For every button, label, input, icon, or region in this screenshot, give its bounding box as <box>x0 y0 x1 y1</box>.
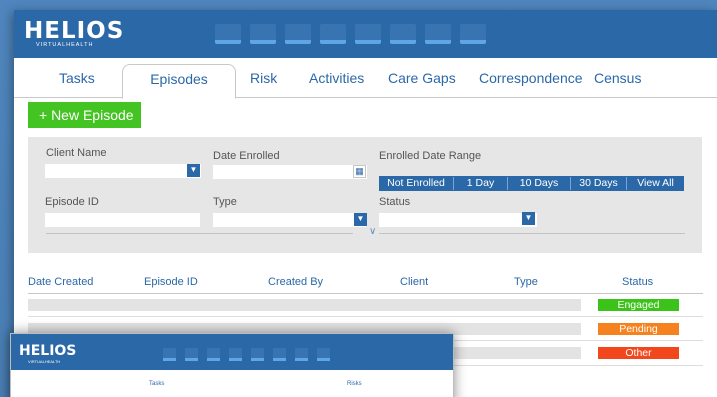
nav-placeholder-icon[interactable] <box>320 24 346 44</box>
status-badge: Other <box>598 347 679 359</box>
tab-bar: Tasks Episodes Risk Activities Care Gaps… <box>14 58 717 99</box>
range-10-days[interactable]: 10 Days <box>508 176 570 191</box>
status-label: Status <box>379 196 411 208</box>
expand-chevron-icon[interactable]: ∨ <box>369 226 376 237</box>
status-badge: Engaged <box>598 299 679 311</box>
header-divider <box>28 293 703 294</box>
filter-panel: Client Name ▼ Date Enrolled ▦ Enrolled D… <box>28 137 702 253</box>
mini-logo: HELIOS <box>19 343 77 359</box>
nav-placeholder-icon[interactable] <box>460 24 486 44</box>
date-enrolled-input[interactable] <box>213 165 367 179</box>
mini-tagline: VIRTUALHEALTH <box>28 359 61 364</box>
tab-correspondence[interactable]: Correspondence <box>479 70 583 86</box>
nav-placeholder-icon <box>229 348 242 361</box>
nav-placeholder-icon[interactable] <box>285 24 311 44</box>
range-view-all[interactable]: View All <box>627 176 684 191</box>
app-header: HELIOS VIRTUALHEALTH <box>14 10 717 58</box>
tab-census[interactable]: Census <box>594 70 641 86</box>
range-not-enrolled[interactable]: Not Enrolled <box>379 176 453 191</box>
episode-id-input[interactable] <box>45 213 200 227</box>
nav-placeholder-icon <box>185 348 198 361</box>
tab-tasks[interactable]: Tasks <box>59 70 95 86</box>
tab-risk[interactable]: Risk <box>250 70 277 86</box>
chevron-down-icon[interactable]: ▼ <box>187 164 200 177</box>
calendar-icon[interactable]: ▦ <box>353 165 366 178</box>
mini-header: HELIOS VIRTUALHEALTH <box>11 334 453 370</box>
column-status[interactable]: Status <box>622 276 653 288</box>
divider <box>46 233 353 234</box>
client-name-select[interactable] <box>45 164 201 178</box>
nav-placeholder-icon[interactable] <box>425 24 451 44</box>
range-1-day[interactable]: 1 Day <box>454 176 507 191</box>
tab-episodes[interactable]: Episodes <box>122 64 236 99</box>
logo-wordmark: HELIOS <box>24 18 125 44</box>
nav-placeholder-icon <box>163 348 176 361</box>
status-badge: Pending <box>598 323 679 335</box>
mini-preview-window[interactable]: HELIOS VIRTUALHEALTH Tasks Risks <box>10 333 454 397</box>
nav-placeholder-icon[interactable] <box>390 24 416 44</box>
chevron-down-icon[interactable]: ▼ <box>354 213 367 226</box>
mini-tab-tasks: Tasks <box>149 381 165 387</box>
tab-care-gaps[interactable]: Care Gaps <box>388 70 456 86</box>
range-30-days[interactable]: 30 Days <box>571 176 626 191</box>
nav-placeholder-icon <box>251 348 264 361</box>
nav-placeholder-icon[interactable] <box>250 24 276 44</box>
type-label: Type <box>213 196 237 208</box>
nav-placeholder-icon <box>317 348 330 361</box>
nav-placeholder-icon <box>207 348 220 361</box>
column-created-by[interactable]: Created By <box>268 276 323 288</box>
date-enrolled-label: Date Enrolled <box>213 150 280 162</box>
nav-placeholder-icon[interactable] <box>355 24 381 44</box>
nav-placeholder-icon <box>295 348 308 361</box>
column-episode-id[interactable]: Episode ID <box>144 276 198 288</box>
chevron-down-icon[interactable]: ▼ <box>522 212 535 225</box>
divider <box>379 233 685 234</box>
table-row[interactable] <box>28 299 581 311</box>
episode-id-label: Episode ID <box>45 196 99 208</box>
nav-placeholder-icon[interactable] <box>215 24 241 44</box>
row-divider <box>28 316 703 317</box>
enrolled-range-label: Enrolled Date Range <box>379 150 482 162</box>
new-episode-button[interactable]: + New Episode <box>28 102 141 128</box>
status-select[interactable] <box>379 213 537 227</box>
column-client[interactable]: Client <box>400 276 428 288</box>
helios-logo[interactable]: HELIOS VIRTUALHEALTH <box>24 18 125 49</box>
column-date-created[interactable]: Date Created <box>28 276 93 288</box>
type-select[interactable] <box>213 213 366 227</box>
mini-tab-risks: Risks <box>347 381 362 387</box>
enrolled-date-range-selector: Not Enrolled 1 Day 10 Days 30 Days View … <box>379 176 684 191</box>
column-type[interactable]: Type <box>514 276 538 288</box>
nav-placeholder-icon <box>273 348 286 361</box>
tab-activities[interactable]: Activities <box>309 70 364 86</box>
client-name-label: Client Name <box>46 147 107 159</box>
